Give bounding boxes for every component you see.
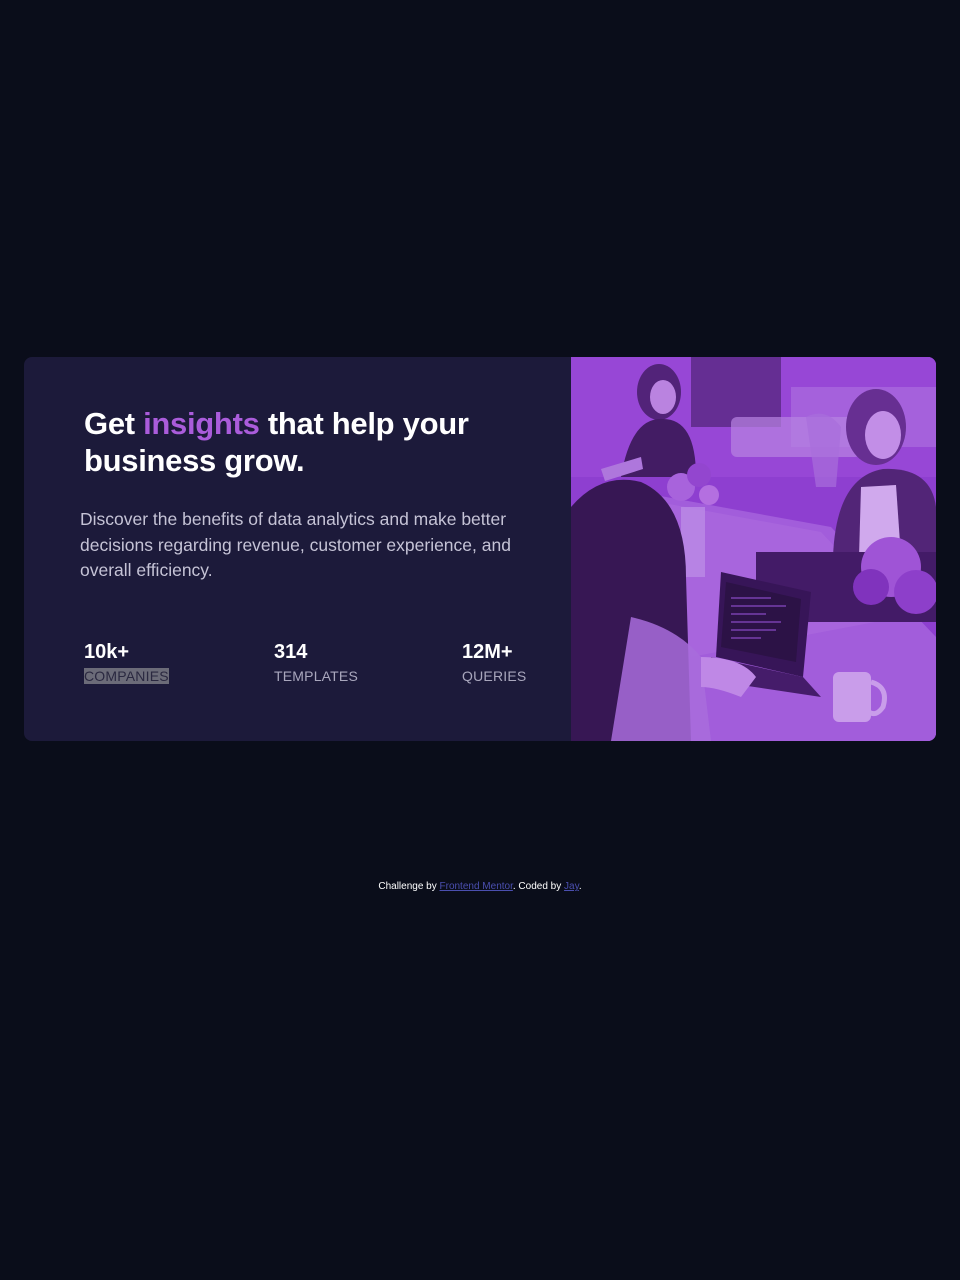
stat-label: QUERIES bbox=[462, 668, 527, 684]
header-image bbox=[571, 357, 936, 741]
stat-queries: 12M+ QUERIES bbox=[462, 639, 526, 686]
attribution: Challenge by Frontend Mentor. Coded by J… bbox=[0, 880, 960, 893]
attribution-suffix: . bbox=[578, 881, 582, 892]
card-content: Get insights that help your business gro… bbox=[24, 357, 571, 741]
headline: Get insights that help your business gro… bbox=[84, 405, 524, 479]
author-link[interactable]: Jay bbox=[564, 881, 579, 892]
attribution-middle: . Coded by bbox=[512, 881, 565, 892]
stat-templates: 314 TEMPLATES bbox=[274, 639, 358, 686]
stat-value: 314 bbox=[274, 641, 308, 663]
stats-row: 10k+ COMPANIES 314 TEMPLATES 12M+ QUERIE… bbox=[84, 639, 544, 689]
frontend-mentor-link[interactable]: Frontend Mentor bbox=[440, 881, 513, 892]
description: Discover the benefits of data analytics … bbox=[80, 509, 511, 580]
attribution-prefix: Challenge by bbox=[378, 881, 440, 892]
office-photo-illustration bbox=[571, 357, 936, 741]
stat-value: 10k+ bbox=[84, 641, 130, 663]
stat-value: 12M+ bbox=[462, 641, 513, 663]
headline-accent: insights bbox=[143, 406, 260, 441]
stat-companies: 10k+ COMPANIES bbox=[84, 639, 169, 686]
headline-start: Get bbox=[84, 406, 144, 441]
stats-preview-card: Get insights that help your business gro… bbox=[24, 357, 936, 741]
stat-label: TEMPLATES bbox=[274, 668, 359, 684]
stat-label: COMPANIES bbox=[84, 668, 169, 684]
